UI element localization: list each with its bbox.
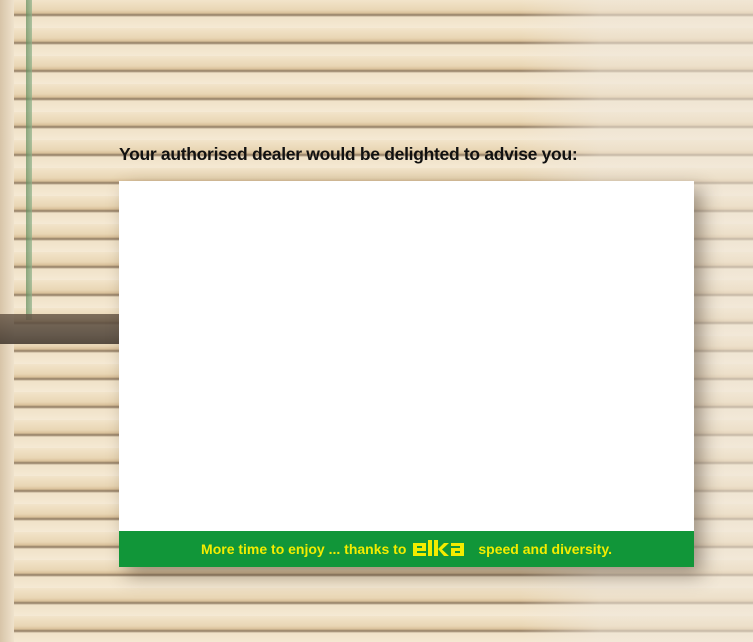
shadow-band xyxy=(0,314,120,344)
dealer-stamp-area: More time to enjoy ... thanks to speed a… xyxy=(119,181,694,567)
elka-logo xyxy=(413,540,471,558)
slogan-band: More time to enjoy ... thanks to speed a… xyxy=(119,531,694,567)
binding-strap xyxy=(26,0,32,320)
slogan-text-end: speed and diversity. xyxy=(478,541,612,557)
dealer-heading: Your authorised dealer would be delighte… xyxy=(119,144,578,164)
slogan-text-start: More time to enjoy ... thanks to xyxy=(201,541,407,557)
